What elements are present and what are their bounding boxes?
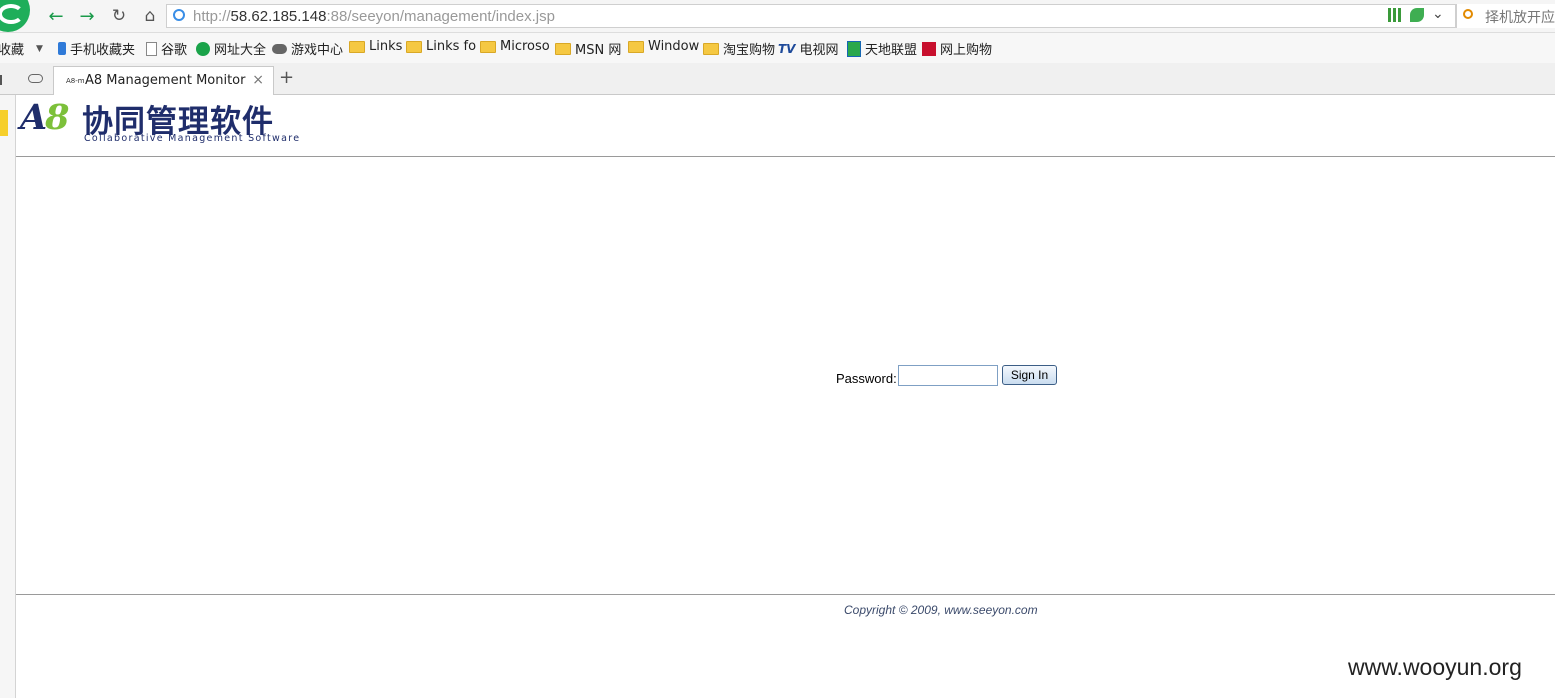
bookmark-item[interactable]: 游戏中心: [272, 39, 343, 58]
url-input[interactable]: http://58.62.185.148:88/seeyon/managemen…: [166, 4, 1456, 28]
search-placeholder: 择机放开应: [1485, 10, 1555, 26]
bookmark-label: Links: [369, 39, 403, 54]
sign-in-button[interactable]: Sign In: [1002, 365, 1057, 385]
bookmark-label: MSN 网: [575, 43, 622, 58]
address-bar-row: ← → ↻ ⌂ http://58.62.185.148:88/seeyon/m…: [0, 0, 1555, 33]
back-icon[interactable]: ←: [44, 5, 68, 27]
folder-icon: [703, 42, 719, 55]
tv-icon: TV: [778, 41, 796, 56]
a8-logo: A8: [20, 97, 70, 138]
page-header: A8 协同管理软件 Collaborative Management Softw…: [16, 95, 1555, 157]
bookmark-label: 游戏中心: [291, 43, 344, 58]
logo-mark-8: 8: [45, 97, 69, 138]
bookmark-item[interactable]: Links fo: [406, 39, 476, 54]
plus-globe-icon: [196, 41, 210, 56]
forward-icon[interactable]: →: [75, 5, 99, 27]
cloud-icon[interactable]: [28, 74, 43, 83]
bookmarks-bar: 收藏 ▼ 手机收藏夹 谷歌 网址大全 游戏中心 Links Links fo M…: [0, 33, 1555, 63]
copyright-text: Copyright © 2009, www.seeyon.com: [844, 603, 1038, 617]
tab-title: A8 Management Monitor: [85, 73, 246, 88]
search-input[interactable]: 择机放开应: [1456, 4, 1555, 28]
bookmark-label: 网上购物: [940, 43, 993, 58]
folder-icon: [406, 40, 422, 53]
bookmark-item[interactable]: 手机收藏夹: [58, 39, 135, 58]
password-label: Password:: [836, 371, 897, 386]
bookmark-label: Links fo: [426, 39, 477, 54]
site-info-icon[interactable]: [173, 9, 185, 21]
page-icon: [146, 41, 157, 56]
chevron-down-icon[interactable]: ⌄: [1432, 6, 1444, 22]
qr-code-icon[interactable]: [1388, 8, 1402, 22]
folder-icon: [349, 40, 365, 53]
bookmark-item[interactable]: TV 电视网: [778, 39, 839, 59]
tab-strip: A8-m A8 Management Monitor × +: [0, 63, 1555, 95]
password-field[interactable]: [898, 365, 998, 386]
bookmark-item[interactable]: 网上购物: [922, 39, 992, 58]
gamepad-icon: [272, 43, 287, 54]
bookmark-item[interactable]: 天地联盟: [847, 39, 917, 58]
home-icon[interactable]: ⌂: [138, 5, 162, 27]
footer-divider: [16, 594, 1555, 595]
bookmark-item[interactable]: MSN 网: [555, 39, 621, 58]
tab-favicon-icon: A8-m: [66, 77, 85, 85]
search-icon[interactable]: [1463, 9, 1473, 19]
browser-logo-icon[interactable]: [0, 0, 30, 32]
new-tab-button[interactable]: +: [279, 67, 294, 88]
folder-icon: [480, 40, 496, 53]
sidebar-tag-icon[interactable]: [0, 110, 8, 136]
bookmark-label: 淘宝购物: [723, 43, 776, 58]
bookmark-label: 谷歌: [161, 43, 188, 58]
logo-subtitle-en: Collaborative Management Software: [84, 133, 301, 144]
close-icon[interactable]: ×: [252, 72, 264, 88]
bookmark-label: 手机收藏夹: [70, 43, 136, 58]
logo-mark-a: A: [20, 97, 47, 138]
leaf-icon[interactable]: [1410, 8, 1424, 22]
bookmark-item[interactable]: Window: [628, 39, 699, 54]
bookmark-item[interactable]: 谷歌: [146, 39, 187, 58]
folder-icon: [628, 40, 644, 53]
bookmark-item[interactable]: 收藏 ▼: [0, 39, 43, 58]
bookmark-label: Microso: [500, 39, 550, 54]
bookmark-item[interactable]: 淘宝购物: [703, 39, 775, 58]
phone-icon: [58, 42, 66, 55]
bookmark-label: Window: [648, 39, 700, 54]
bookmark-label: 网址大全: [214, 43, 267, 58]
watermark-text: www.wooyun.org: [1348, 654, 1522, 680]
bookmark-label: 电视网: [799, 43, 839, 58]
sidebar-toggle-icon[interactable]: [0, 75, 2, 85]
bookmark-label: 天地联盟: [865, 43, 918, 58]
browser-sidebar: [0, 95, 16, 698]
bookmark-item[interactable]: 网址大全: [196, 39, 266, 58]
refresh-icon[interactable]: ↻: [107, 5, 131, 27]
bookmark-item[interactable]: Microso: [480, 39, 550, 54]
folder-icon: [555, 42, 571, 55]
shop-icon: [922, 41, 936, 56]
triangle-down-icon[interactable]: ▼: [36, 44, 43, 54]
bookmark-label: 收藏: [0, 43, 25, 58]
url-text: http://58.62.185.148:88/seeyon/managemen…: [193, 8, 555, 25]
bookmark-item[interactable]: Links: [349, 39, 402, 54]
earth-icon: [847, 40, 861, 57]
tab-a8-management[interactable]: A8-m A8 Management Monitor ×: [53, 66, 274, 95]
